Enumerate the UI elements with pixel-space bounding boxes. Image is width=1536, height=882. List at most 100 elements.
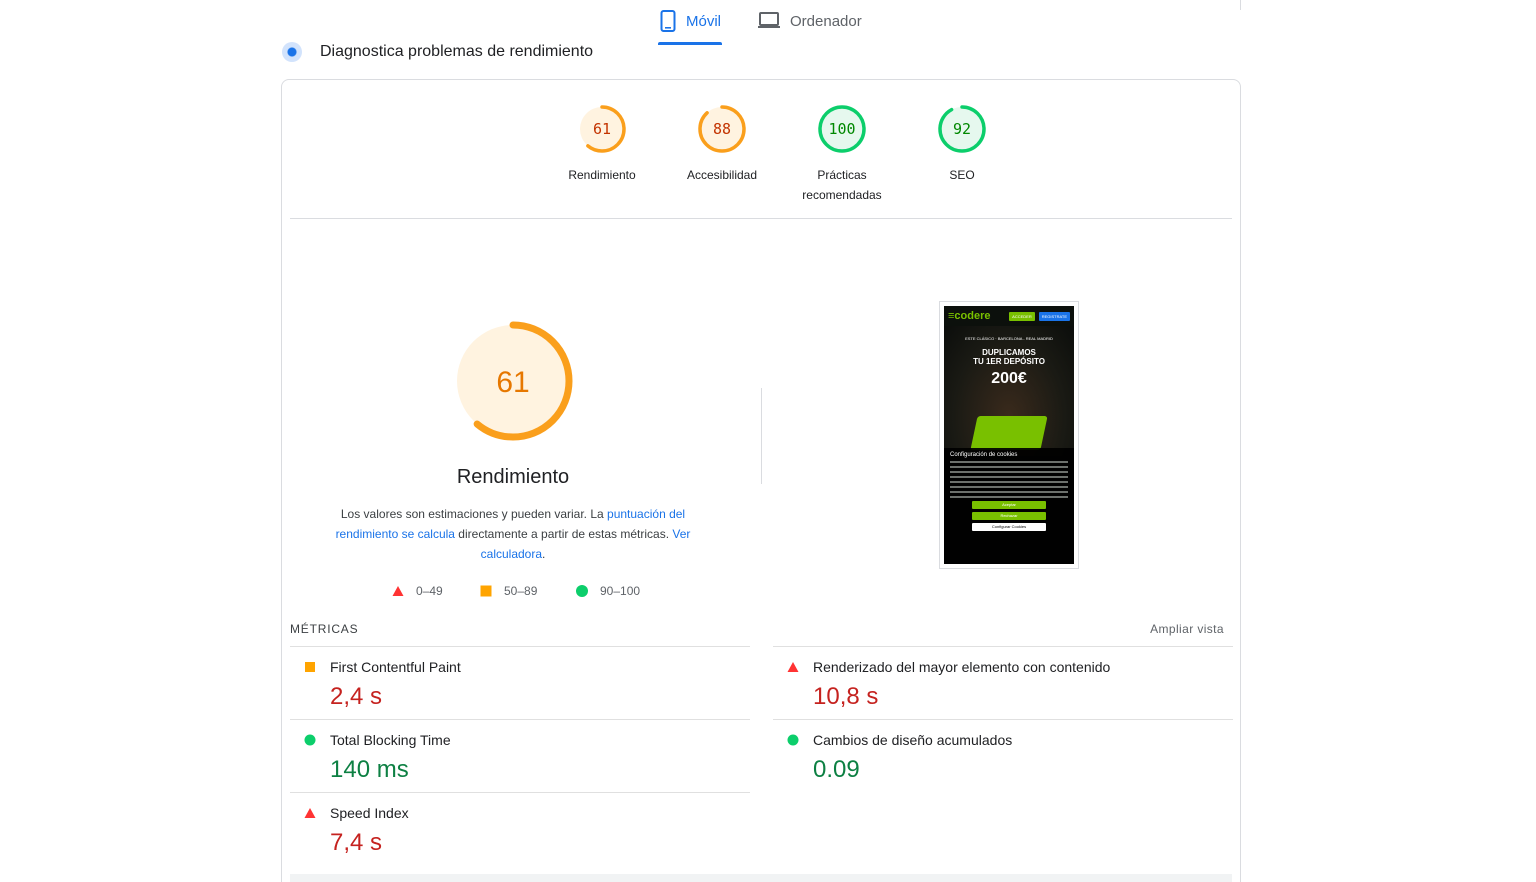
legend-average: 50–89 [480, 584, 537, 598]
metric-speed-index: Speed Index 7,4 s [290, 792, 750, 864]
gauge-ring: 92 [938, 105, 986, 153]
section-divider [290, 218, 1232, 219]
tab-mobile[interactable]: Móvil [658, 10, 722, 45]
square-icon [480, 585, 492, 597]
metric-tbt: Total Blocking Time 140 ms [290, 719, 750, 791]
diagnose-title: Diagnostica problemas de rendimiento [320, 43, 594, 60]
footer-bar [290, 874, 1232, 882]
performance-description: Los valores son estimaciones y pueden va… [332, 504, 694, 564]
metric-lcp: Renderizado del mayor elemento con conte… [773, 646, 1233, 718]
preview-hero-heading: DUPLICAMOS TU 1ER DEPÓSITO [944, 348, 1074, 366]
metrics-title: MÉTRICAS [290, 622, 359, 636]
preview-accept-button: Aceptar [972, 501, 1046, 509]
gauge-ring: 100 [818, 105, 866, 153]
metrics-header: MÉTRICAS Ampliar vista [290, 620, 1232, 638]
metric-cls: Cambios de diseño acumulados 0.09 [773, 719, 1233, 791]
metric-value: 7,4 s [330, 829, 383, 856]
circle-icon [576, 585, 588, 597]
triangle-icon [304, 808, 316, 818]
preview-text-line [950, 496, 1068, 498]
gauge-label: Prácticas recomendadas [782, 165, 902, 205]
preview-hero-line1: DUPLICAMOS [982, 348, 1036, 357]
circle-icon [304, 734, 316, 746]
expand-view-toggle[interactable]: Ampliar vista [1150, 622, 1224, 636]
gauge-score: 61 [593, 120, 611, 138]
legend-pass-label: 90–100 [600, 584, 641, 598]
legend-fail: 0–49 [392, 584, 443, 598]
preview-header: ≡codere ACCEDER REGISTRATE [944, 306, 1074, 326]
triangle-icon [787, 662, 799, 672]
active-tab-indicator [658, 42, 722, 45]
metric-name: Total Blocking Time [330, 732, 451, 748]
gauge-accessibility[interactable]: 88 Accesibilidad [662, 104, 782, 185]
preview-logo: ≡codere [948, 310, 991, 322]
preview-text-line [950, 461, 1068, 463]
preview-register-button: REGISTRATE [1038, 311, 1070, 321]
preview-cookie-title: Configuración de cookies [950, 452, 1018, 458]
triangle-icon [392, 586, 404, 596]
gauge-label-line1: Prácticas [817, 168, 867, 182]
preview-text-line [950, 476, 1068, 478]
tab-desktop-label: Ordenador [790, 13, 862, 30]
gauge-score: 100 [828, 120, 855, 138]
preview-hero-graphic [970, 416, 1048, 450]
gauge-label: Rendimiento [568, 168, 636, 182]
preview-cookie-banner: Configuración de cookies Aceptar Rechaza… [944, 448, 1074, 564]
gauge-label: Accesibilidad [686, 168, 758, 182]
preview-login-button: ACCEDER [1009, 311, 1035, 321]
desc-text-1: Los valores son estimaciones y pueden va… [340, 507, 608, 521]
preview-text-line [950, 471, 1068, 473]
gauge-seo[interactable]: 92 SEO [902, 104, 1022, 185]
preview-text-line [950, 486, 1068, 488]
square-icon [305, 662, 315, 672]
metric-value: 0.09 [813, 756, 860, 783]
metric-name: Speed Index [330, 805, 409, 821]
legend-fail-label: 0–49 [416, 584, 443, 598]
category-gauges: 61 Rendimiento 88 Accesibilidad 100 Prác… [542, 104, 986, 214]
gauge-score: 88 [713, 120, 731, 138]
screenshot-image: ≡codere ACCEDER REGISTRATE ESTE CLÁSICO … [944, 306, 1074, 564]
gauge-label: SEO [949, 168, 975, 182]
metric-fcp: First Contentful Paint 2,4 s [290, 646, 750, 718]
gauge-best-practices[interactable]: 100 Prácticas recomendadas [782, 104, 902, 205]
gauge-performance[interactable]: 61 Rendimiento [542, 104, 662, 185]
preview-config-button: Configurar Cookies [972, 523, 1046, 531]
metric-value: 10,8 s [813, 683, 879, 710]
vertical-separator [761, 388, 762, 484]
page-screenshot[interactable]: ≡codere ACCEDER REGISTRATE ESTE CLÁSICO … [939, 301, 1079, 569]
legend-average-label: 50–89 [504, 584, 538, 598]
metric-name: Renderizado del mayor elemento con conte… [813, 659, 1111, 675]
score-legend: 0–49 50–89 90–100 [392, 584, 692, 600]
gauge-ring: 88 [698, 105, 746, 153]
preview-text-line [950, 481, 1068, 483]
tab-desktop[interactable]: Ordenador [758, 10, 862, 44]
gauge-ring: 61 [578, 105, 626, 153]
metric-value: 2,4 s [330, 683, 383, 710]
performance-score: 61 [496, 366, 529, 399]
legend-pass: 90–100 [576, 584, 640, 598]
circle-icon [787, 734, 799, 746]
tab-mobile-label: Móvil [686, 13, 722, 30]
preview-hero-line2: TU 1ER DEPÓSITO [973, 357, 1045, 366]
desc-text-2: directamente a partir de estas métricas. [454, 527, 673, 541]
smartphone-icon [660, 10, 676, 32]
report-card: 61 Rendimiento 88 Accesibilidad 100 Prác… [281, 79, 1241, 882]
diagnose-header: Diagnostica problemas de rendimiento [282, 40, 593, 64]
laptop-icon [758, 10, 780, 30]
device-tabs: Móvil Ordenador [0, 0, 1536, 46]
desc-text-3: . [542, 547, 546, 561]
preview-hero-small: ESTE CLÁSICO · BARCELONA - REAL MADRID [965, 336, 1053, 341]
performance-gauge: 61 [453, 321, 573, 441]
diagnose-icon [282, 42, 302, 62]
metric-name: Cambios de diseño acumulados [813, 732, 1013, 748]
metric-value: 140 ms [330, 756, 409, 783]
preview-text-line [950, 491, 1068, 493]
preview-hero-amount: 200€ [991, 370, 1027, 387]
performance-title: Rendimiento [456, 466, 570, 488]
metric-name: First Contentful Paint [330, 659, 461, 675]
gauge-score: 92 [953, 120, 971, 138]
preview-reject-button: Rechazar [972, 512, 1046, 520]
gauge-label-line2: recomendadas [802, 188, 882, 202]
preview-hero: ESTE CLÁSICO · BARCELONA - REAL MADRID D… [944, 326, 1074, 456]
preview-text-line [950, 466, 1068, 468]
